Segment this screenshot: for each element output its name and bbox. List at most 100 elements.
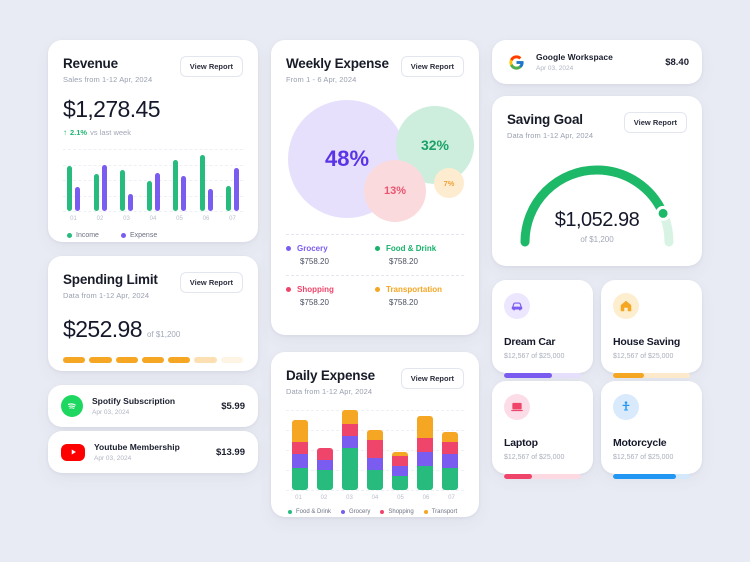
saving-goal-view-report-button[interactable]: View Report [623, 112, 687, 133]
legend-item: Transport [423, 509, 458, 515]
goal-progress-fill [613, 474, 677, 479]
goal-card-laptop[interactable]: Laptop $12,567 of $25,000 [492, 381, 593, 479]
revenue-view-report-button[interactable]: View Report [179, 56, 243, 77]
spending-limit-amount-row: $252.98 of $1,200 [63, 316, 243, 343]
goal-progress-track [504, 474, 581, 479]
subscription-row-youtube[interactable]: Youtube Membership Apr 03, 2024 $13.99 [48, 431, 258, 473]
daily-expense-card: Daily Expense Data from 1-12 Apr, 2024 V… [271, 352, 479, 517]
subscription-name: Youtube Membership [94, 442, 180, 452]
stack-segment-food-drink [367, 470, 383, 490]
saving-goal-amount: $1,052.98 [554, 209, 640, 231]
goal-card-house-saving[interactable]: House Saving $12,567 of $25,000 [601, 280, 702, 378]
stack-segment-grocery [317, 460, 333, 470]
legend-row: Shopping $758.20 Transportation $758.20 [286, 276, 464, 316]
limit-segment [63, 357, 86, 363]
bar-expense [101, 165, 107, 211]
spending-limit-title: Spending Limit [63, 272, 158, 287]
goal-progress-fill [504, 474, 532, 479]
legend-dot [67, 233, 72, 238]
legend-label: Transport [431, 509, 458, 515]
google-name: Google Workspace [536, 52, 613, 62]
bar-income [173, 160, 178, 211]
weekly-expense-legend: Grocery $758.20 Food & Drink $758.20 Shoppin… [286, 234, 464, 316]
weekly-expense-bubble-chart: 48% 32% 13% 7% [286, 94, 474, 226]
x-axis-label: 05 [176, 216, 183, 222]
goal-card-dream-car[interactable]: Dream Car $12,567 of $25,000 [492, 280, 593, 378]
goal-progress-fill [613, 373, 644, 378]
spending-limit-progress [63, 357, 243, 363]
x-axis-label: 02 [96, 216, 104, 222]
legend-dot [380, 510, 385, 514]
legend-label: Shopping [388, 509, 414, 515]
limit-segment [89, 357, 112, 363]
google-icon [505, 51, 527, 73]
stack-segment-grocery [367, 458, 383, 470]
youtube-icon [61, 443, 85, 461]
bar-group [226, 149, 239, 211]
limit-segment [220, 357, 243, 363]
bar-expense [154, 172, 160, 211]
legend-dot [423, 510, 428, 514]
subscription-info-spotify: Spotify Subscription Apr 03, 2024 [92, 396, 212, 416]
legend-item: Grocery [341, 509, 370, 515]
subscription-date: Apr 03, 2024 [94, 455, 132, 462]
bar-income [67, 166, 72, 211]
spending-limit-subtitle: Data from 1-12 Apr, 2024 [63, 291, 150, 300]
bar-expense [234, 167, 239, 211]
stack-segment-food-drink [292, 468, 308, 490]
weekly-expense-view-report-button[interactable]: View Report [400, 56, 464, 77]
stacked-bar [417, 416, 433, 490]
limit-segment [194, 357, 217, 363]
stacked-bar [367, 430, 383, 490]
legend-label: Income [76, 232, 99, 239]
subscription-row-google[interactable]: Google Workspace Apr 03, 2024 $8.40 [492, 40, 702, 84]
stacked-bar [292, 420, 308, 490]
subscription-amount: $13.99 [215, 446, 245, 458]
legend-value: $758.20 [389, 257, 418, 266]
x-axis-label: 04 [149, 216, 157, 222]
stack-segment-food-drink [417, 466, 433, 490]
revenue-legend: Income Expense [63, 232, 243, 239]
legend-value: $758.20 [300, 298, 329, 307]
spending-limit-view-report-button[interactable]: View Report [179, 272, 243, 293]
daily-expense-view-report-button[interactable]: View Report [400, 368, 464, 389]
daily-expense-title: Daily Expense [286, 368, 375, 383]
spending-limit-header: Spending Limit Data from 1-12 Apr, 2024 … [63, 272, 243, 300]
bar-income [199, 155, 205, 211]
legend-label: Grocery [349, 509, 371, 515]
goal-progress-track [504, 373, 581, 378]
legend-cell: Food & Drink $758.20 [375, 235, 464, 275]
dashboard-board: Revenue Sales from 1-12 Apr, 2024 View R… [0, 0, 750, 562]
legend-item: Food & Drink [288, 509, 331, 515]
revenue-delta: ↑ 2.1% vs last week [63, 128, 243, 137]
subscription-amount: $5.99 [221, 400, 245, 412]
stacked-bar [317, 448, 333, 490]
goal-card-motorcycle[interactable]: Motorcycle $12,567 of $25,000 [601, 381, 702, 479]
revenue-x-axis-labels: 01 02 03 04 05 06 07 [63, 216, 243, 222]
saving-goal-values: $1,052.98 of $1,200 [507, 209, 687, 244]
legend-label: Food & Drink [296, 509, 332, 515]
spotify-icon [61, 395, 83, 417]
legend-dot [341, 510, 346, 514]
bar-group [67, 149, 80, 211]
stack-segment-grocery [442, 454, 458, 468]
revenue-amount: $1,278.45 [63, 96, 161, 122]
bar-group [199, 149, 213, 211]
revenue-card: Revenue Sales from 1-12 Apr, 2024 View R… [48, 40, 258, 242]
stack-segment-grocery [392, 466, 408, 476]
stack-segment-food-drink [392, 476, 408, 490]
subscription-row-spotify[interactable]: Spotify Subscription Apr 03, 2024 $5.99 [48, 385, 258, 427]
daily-expense-stacked-chart [286, 410, 464, 491]
google-amount: $8.40 [665, 56, 689, 68]
goal-name: Motorcycle [613, 437, 667, 449]
legend-dot [375, 246, 380, 251]
legend-dot [288, 510, 292, 514]
legend-dot [375, 287, 380, 292]
daily-expense-header: Daily Expense Data from 1-12 Apr, 2024 V… [286, 368, 464, 396]
goal-progress-fill [504, 373, 552, 378]
laptop-icon [504, 394, 530, 420]
stack-segment-transport [342, 410, 358, 424]
bar-income [146, 181, 152, 211]
grid-line [286, 410, 464, 411]
stack-segment-transport [442, 432, 458, 442]
